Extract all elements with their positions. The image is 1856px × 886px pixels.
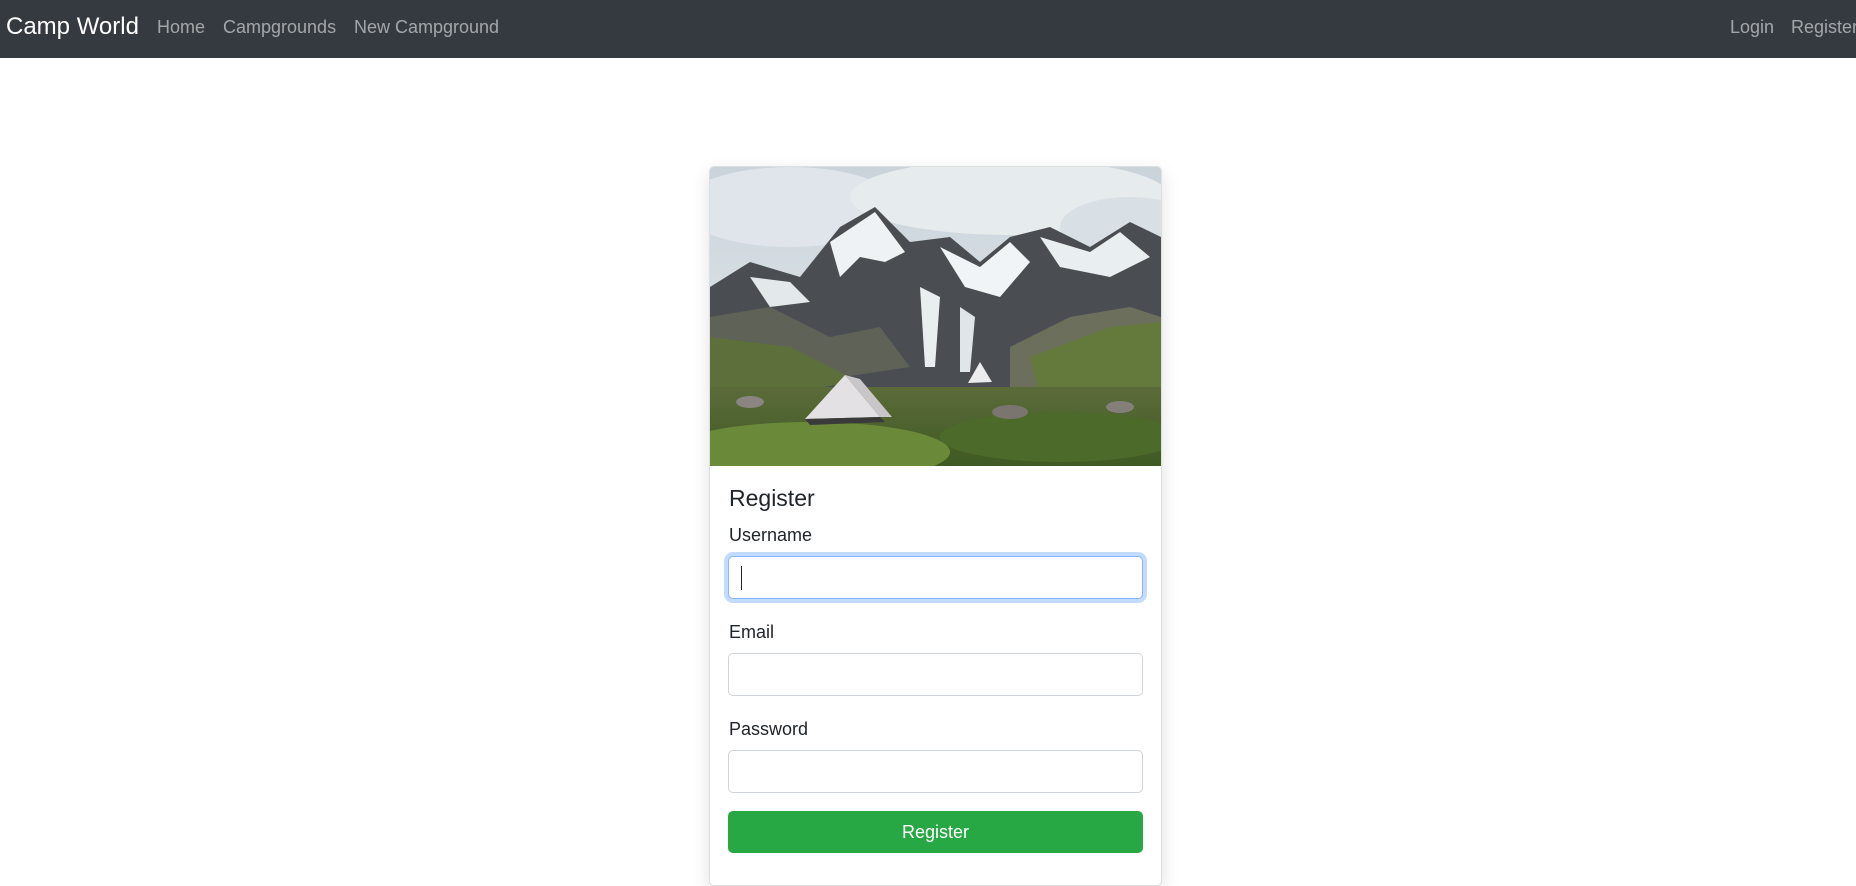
- email-input[interactable]: [728, 653, 1143, 696]
- card-title: Register: [729, 485, 815, 511]
- register-button[interactable]: Register: [728, 811, 1143, 853]
- brand-link[interactable]: Camp World: [6, 12, 139, 42]
- nav-home-link[interactable]: Home: [157, 16, 205, 38]
- password-label: Password: [729, 719, 809, 739]
- nav-login-link[interactable]: Login: [1730, 16, 1774, 38]
- register-card: Register Username Email Password Registe…: [709, 166, 1162, 886]
- password-input[interactable]: [728, 750, 1143, 793]
- navbar: Camp World Home Campgrounds New Campgrou…: [0, 0, 1856, 58]
- campsite-image: [710, 167, 1161, 466]
- username-label: Username: [729, 525, 813, 545]
- username-input[interactable]: [728, 556, 1143, 599]
- email-label: Email: [729, 622, 775, 642]
- text-cursor: [741, 566, 742, 590]
- nav-new-campground-link[interactable]: New Campground: [354, 16, 499, 38]
- nav-campgrounds-link[interactable]: Campgrounds: [223, 16, 336, 38]
- nav-register-link[interactable]: Register: [1791, 16, 1856, 38]
